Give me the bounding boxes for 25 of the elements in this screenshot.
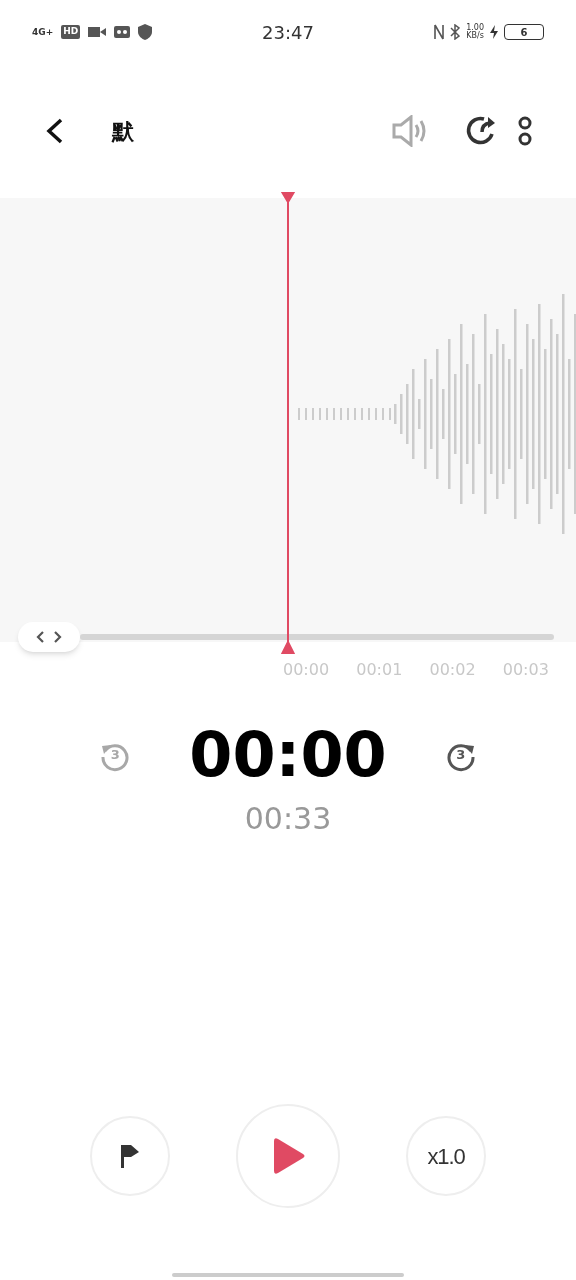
hd-badge: HD bbox=[61, 25, 81, 39]
right-chevron-icon bbox=[54, 631, 62, 643]
flag-button[interactable] bbox=[90, 1116, 170, 1196]
scroll-handle[interactable] bbox=[18, 622, 80, 652]
left-chevron-icon bbox=[36, 631, 44, 643]
nfc-icon bbox=[434, 24, 445, 40]
shield-icon bbox=[138, 24, 153, 40]
flag-icon bbox=[119, 1143, 141, 1169]
speed-unit: KB/s bbox=[466, 32, 484, 40]
bluetooth-icon bbox=[450, 24, 461, 40]
clock: 23:47 bbox=[261, 20, 315, 45]
network-type: 4G+ bbox=[32, 27, 54, 37]
skip-forward-button[interactable]: 3 bbox=[442, 737, 479, 773]
total-duration: 00:33 bbox=[244, 801, 332, 836]
battery-level: 6 bbox=[520, 25, 528, 40]
playhead[interactable] bbox=[281, 192, 295, 654]
play-button[interactable] bbox=[236, 1104, 340, 1208]
more-icon[interactable] bbox=[518, 115, 532, 147]
charging-icon bbox=[490, 25, 498, 39]
video-icon bbox=[88, 26, 107, 38]
speed-value: 1.00 bbox=[466, 24, 484, 32]
elapsed-time: 00:00 bbox=[189, 724, 387, 786]
recording-title: 默 bbox=[112, 117, 134, 146]
cassette-icon bbox=[114, 26, 131, 38]
speed-button[interactable]: x1.0 bbox=[406, 1116, 486, 1196]
